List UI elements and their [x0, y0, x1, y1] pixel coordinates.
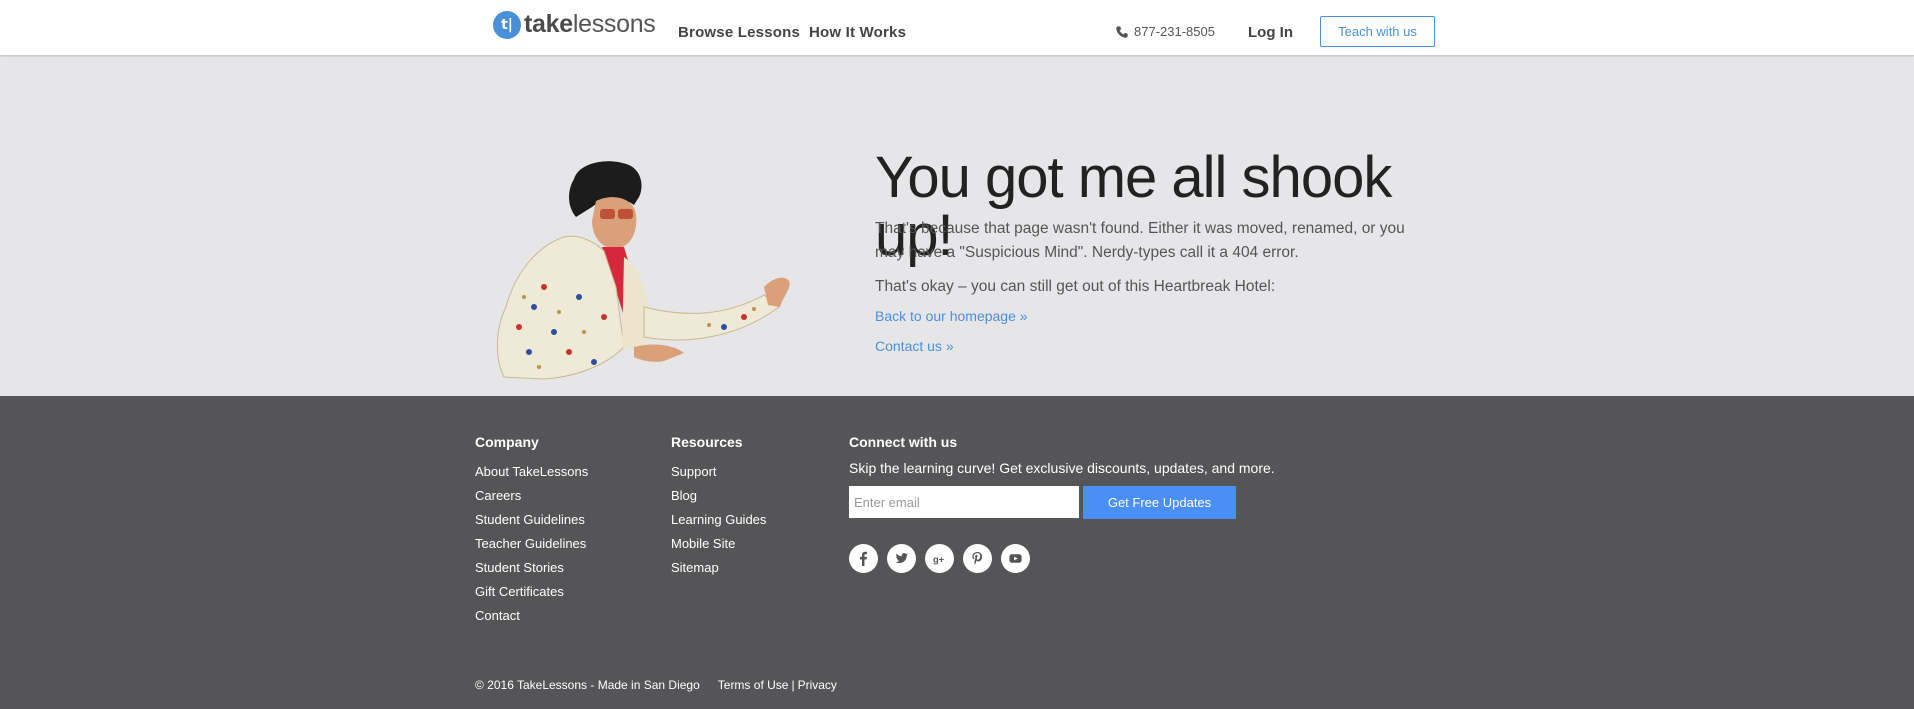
footer-link-student-stories[interactable]: Student Stories: [475, 556, 588, 580]
footer-resources-list: Support Blog Learning Guides Mobile Site…: [671, 460, 766, 580]
footer-bottom-bar: © 2016 TakeLessons - Made in San Diego T…: [475, 678, 837, 692]
footer-link-gift-certificates[interactable]: Gift Certificates: [475, 580, 588, 604]
newsletter-pitch: Skip the learning curve! Get exclusive d…: [849, 460, 1275, 476]
footer-company-list: About TakeLessons Careers Student Guidel…: [475, 460, 588, 628]
terms-of-use-link[interactable]: Terms of Use: [718, 678, 789, 692]
footer-company-title: Company: [475, 434, 539, 450]
footer-link-contact[interactable]: Contact: [475, 604, 588, 628]
error-suggestion: That's okay – you can still get out of t…: [875, 278, 1276, 295]
footer-link-careers[interactable]: Careers: [475, 484, 588, 508]
footer-link-learning-guides[interactable]: Learning Guides: [671, 508, 766, 532]
nav-browse-lessons[interactable]: Browse Lessons: [678, 24, 800, 41]
back-to-homepage-link[interactable]: Back to our homepage »: [875, 308, 1028, 324]
get-free-updates-button[interactable]: Get Free Updates: [1083, 486, 1236, 519]
footer-link-mobile-site[interactable]: Mobile Site: [671, 532, 766, 556]
footer-resources-title: Resources: [671, 434, 743, 450]
error-description: That's because that page wasn't found. E…: [875, 220, 1405, 261]
social-links: g+: [849, 544, 1030, 573]
link-separator: |: [791, 678, 795, 692]
google-plus-icon[interactable]: g+: [925, 544, 954, 573]
footer-link-sitemap[interactable]: Sitemap: [671, 556, 766, 580]
footer-link-student-guidelines[interactable]: Student Guidelines: [475, 508, 588, 532]
footer-link-teacher-guidelines[interactable]: Teacher Guidelines: [475, 532, 588, 556]
footer-link-support[interactable]: Support: [671, 460, 766, 484]
login-link[interactable]: Log In: [1248, 24, 1293, 41]
privacy-link[interactable]: Privacy: [798, 678, 837, 692]
elvis-impersonator-image: [496, 161, 790, 380]
logo-mark-icon: t|: [493, 10, 521, 39]
site-header: t| takelessons Browse Lessons How It Wor…: [0, 0, 1914, 56]
footer-connect-title: Connect with us: [849, 434, 958, 450]
phone-number[interactable]: 877-231-8505: [1115, 24, 1215, 39]
takelessons-logo[interactable]: t| takelessons: [493, 10, 656, 39]
contact-us-link[interactable]: Contact us »: [875, 338, 954, 354]
logo-wordmark: takelessons: [524, 10, 656, 38]
teach-with-us-button[interactable]: Teach with us: [1320, 16, 1435, 47]
nav-how-it-works[interactable]: How It Works: [809, 24, 906, 41]
svg-text:g+: g+: [933, 554, 945, 564]
footer-link-blog[interactable]: Blog: [671, 484, 766, 508]
twitter-icon[interactable]: [887, 544, 916, 573]
youtube-icon[interactable]: [1001, 544, 1030, 573]
footer-link-about[interactable]: About TakeLessons: [475, 460, 588, 484]
facebook-icon[interactable]: [849, 544, 878, 573]
copyright-text: © 2016 TakeLessons - Made in San Diego: [475, 678, 700, 692]
phone-icon: [1116, 25, 1128, 38]
email-input[interactable]: [849, 486, 1079, 518]
phone-text: 877-231-8505: [1134, 24, 1215, 39]
pinterest-icon[interactable]: [963, 544, 992, 573]
site-footer: Company About TakeLessons Careers Studen…: [0, 396, 1914, 709]
